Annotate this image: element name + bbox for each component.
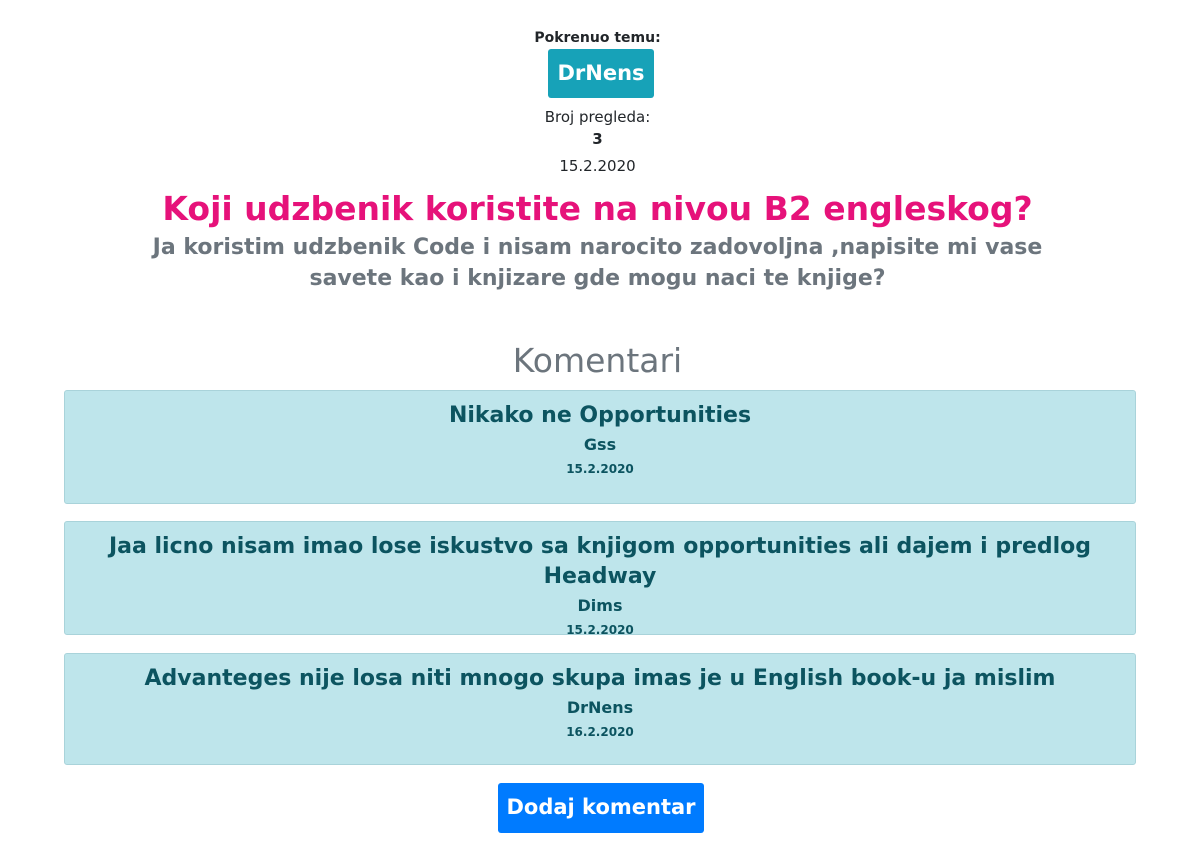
comment-author: Dims	[577, 596, 623, 615]
comment-date: 16.2.2020	[566, 725, 634, 739]
comment-text: Jaa licno nisam imao lose iskustvo sa kn…	[108, 534, 1092, 589]
comment-author: DrNens	[566, 698, 634, 717]
comment-card: Advanteges nije losa niti mnogo skupa im…	[64, 653, 1136, 765]
views-label: Broj pregleda:	[544, 108, 651, 126]
comment-card: Jaa licno nisam imao lose iskustvo sa kn…	[64, 521, 1136, 637]
add-comment-button[interactable]: Dodaj komentar	[498, 783, 704, 833]
views-count: 3	[592, 130, 603, 148]
comment-text: Advanteges nije losa niti mnogo skupa im…	[144, 666, 1056, 691]
topic-starter-label: Pokrenuo temu:	[534, 30, 661, 46]
topic-title: Koji udzbenik koristite na nivou B2 engl…	[162, 189, 1033, 228]
comment-author: Gss	[583, 435, 617, 454]
comments-heading: Komentari	[512, 341, 683, 380]
topic-date: 15.2.2020	[559, 157, 636, 175]
comment-date: 15.2.2020	[566, 623, 634, 637]
topic-body: Ja koristim udzbenik Code i nisam naroci…	[152, 235, 1043, 291]
comment-card: Nikako ne Opportunities Gss 15.2.2020	[64, 390, 1136, 504]
comment-text: Nikako ne Opportunities	[448, 403, 752, 428]
topic-author-button[interactable]: DrNens	[548, 49, 654, 98]
comment-date: 15.2.2020	[566, 462, 634, 476]
